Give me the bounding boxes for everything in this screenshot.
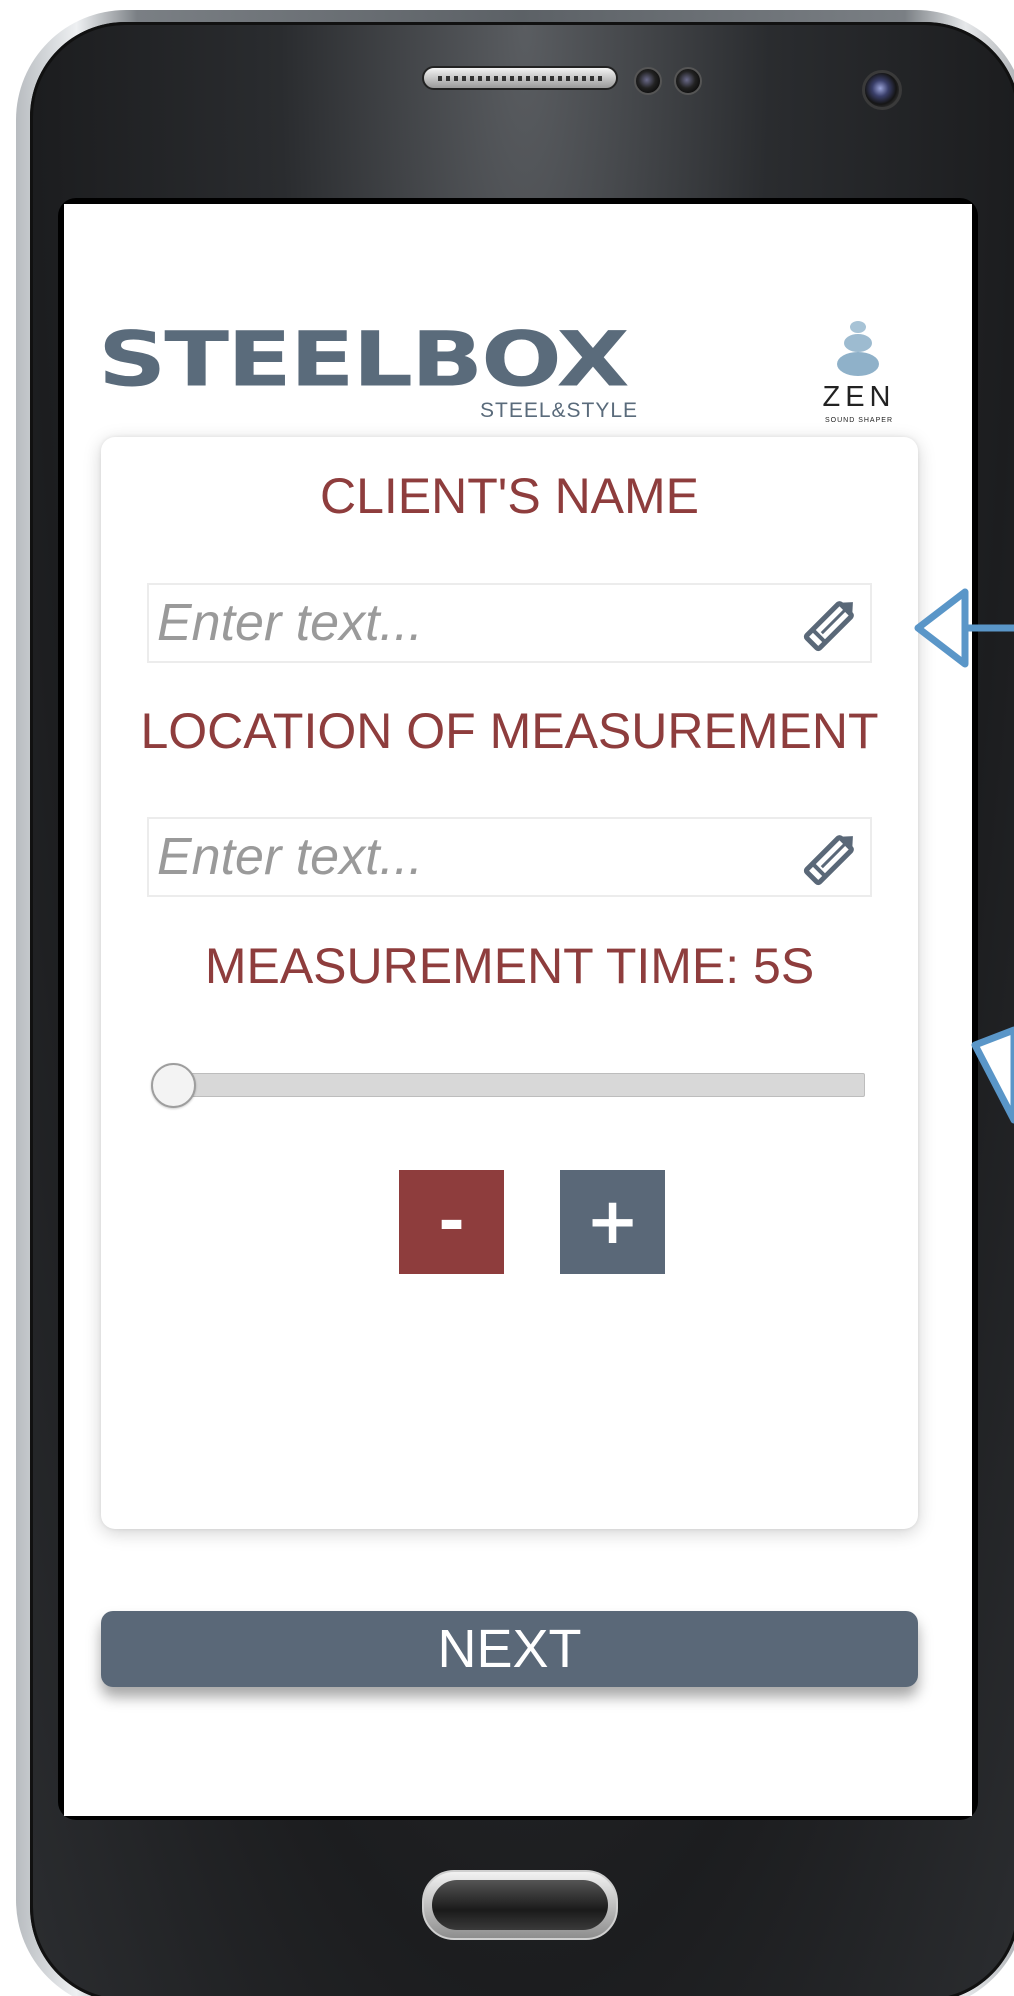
client-name-label: CLIENT'S NAME (319, 468, 700, 524)
arrow-left-icon (914, 588, 1014, 668)
location-field[interactable] (147, 817, 872, 897)
slider-thumb[interactable] (151, 1063, 196, 1108)
arrow-diagonal-icon (971, 1026, 1014, 1124)
client-name-input[interactable] (157, 591, 777, 655)
annotation-arrows (914, 588, 1014, 1124)
client-name-field[interactable] (147, 583, 872, 663)
decrease-time-button[interactable]: - (399, 1170, 504, 1274)
home-button[interactable] (422, 1870, 618, 1940)
phone-mockup: STEELBOX STEEL&STYLE ZEN SOUND SHAPER CL… (0, 0, 1014, 1996)
location-input[interactable] (157, 825, 777, 889)
pencil-icon[interactable] (798, 827, 864, 889)
zen-subtitle: SOUND SHAPER (824, 417, 893, 424)
slider-track[interactable] (161, 1073, 865, 1097)
next-button[interactable]: NEXT (101, 1611, 918, 1687)
app-screen: STEELBOX STEEL&STYLE ZEN SOUND SHAPER CL… (64, 204, 972, 1816)
brand-tagline: STEEL&STYLE (480, 399, 639, 422)
steelbox-logo: STEELBOX STEEL&STYLE (98, 321, 708, 422)
stacked-stones-icon (837, 321, 879, 376)
measurement-form-card: CLIENT'S NAME LOCATION OF MEASUREMENT (101, 437, 918, 1529)
location-label: LOCATION OF MEASUREMENT (140, 703, 879, 759)
zen-logo: ZEN SOUND SHAPER (804, 319, 914, 429)
measurement-time-slider[interactable] (151, 1057, 868, 1108)
brand-wordmark: STEELBOX (98, 314, 630, 404)
earpiece-speaker (422, 66, 618, 90)
zen-wordmark: ZEN (822, 381, 896, 413)
measurement-time-label: MEASUREMENT TIME: 5S (204, 938, 815, 994)
increase-time-button[interactable]: + (560, 1170, 665, 1274)
light-sensor (674, 67, 702, 95)
proximity-sensor (634, 67, 662, 95)
pencil-icon[interactable] (798, 593, 864, 655)
front-camera (862, 70, 902, 110)
